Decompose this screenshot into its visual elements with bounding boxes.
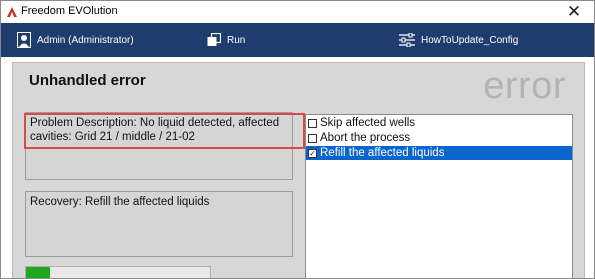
option-abort-process[interactable]: Abort the process [306,131,572,145]
recovery-options-list[interactable]: Skip affected wells Abort the process ✓ … [305,114,573,278]
checkbox-refill-liquids[interactable]: ✓ [308,148,317,158]
error-watermark: error [483,65,566,107]
recovery-text: Recovery: Refill the affected liquids [30,196,210,208]
title-bar: Freedom EVOlution ✕ [1,1,594,23]
run-icon [207,33,221,46]
nav-config-label: HowToUpdate_Config [421,34,519,46]
nav-run-label: Run [227,34,246,46]
progress-fill [26,267,50,278]
problem-description-text: Problem Description: No liquid detected,… [30,117,280,143]
option-label: Refill the affected liquids [320,147,445,159]
nav-user[interactable]: Admin (Administrator) [17,23,134,57]
close-button[interactable]: ✕ [564,2,584,22]
nav-user-label: Admin (Administrator) [37,34,134,46]
nav-run[interactable]: Run [207,23,245,57]
window-title: Freedom EVOlution [21,5,118,17]
recovery-box: Recovery: Refill the affected liquids [25,191,293,257]
option-skip-affected-wells[interactable]: Skip affected wells [306,116,572,130]
sliders-icon [399,33,415,47]
dialog-title: Unhandled error [29,72,146,89]
progress-bar [25,266,211,278]
option-refill-liquids[interactable]: ✓ Refill the affected liquids [306,146,572,160]
checkbox-abort-process[interactable] [308,133,317,143]
error-dialog: Unhandled error error Problem Descriptio… [12,62,585,278]
app-window: Freedom EVOlution ✕ Admin (Administrator… [0,0,595,279]
user-icon [17,32,31,48]
top-navigation-bar: Admin (Administrator) Run HowToUpdate_Co… [1,23,594,57]
problem-description-box: Problem Description: No liquid detected,… [25,112,293,180]
option-label: Abort the process [320,132,411,144]
checkbox-skip-affected-wells[interactable] [308,118,317,128]
nav-config[interactable]: HowToUpdate_Config [399,23,518,57]
option-label: Skip affected wells [320,117,416,129]
app-logo-icon [6,5,18,17]
